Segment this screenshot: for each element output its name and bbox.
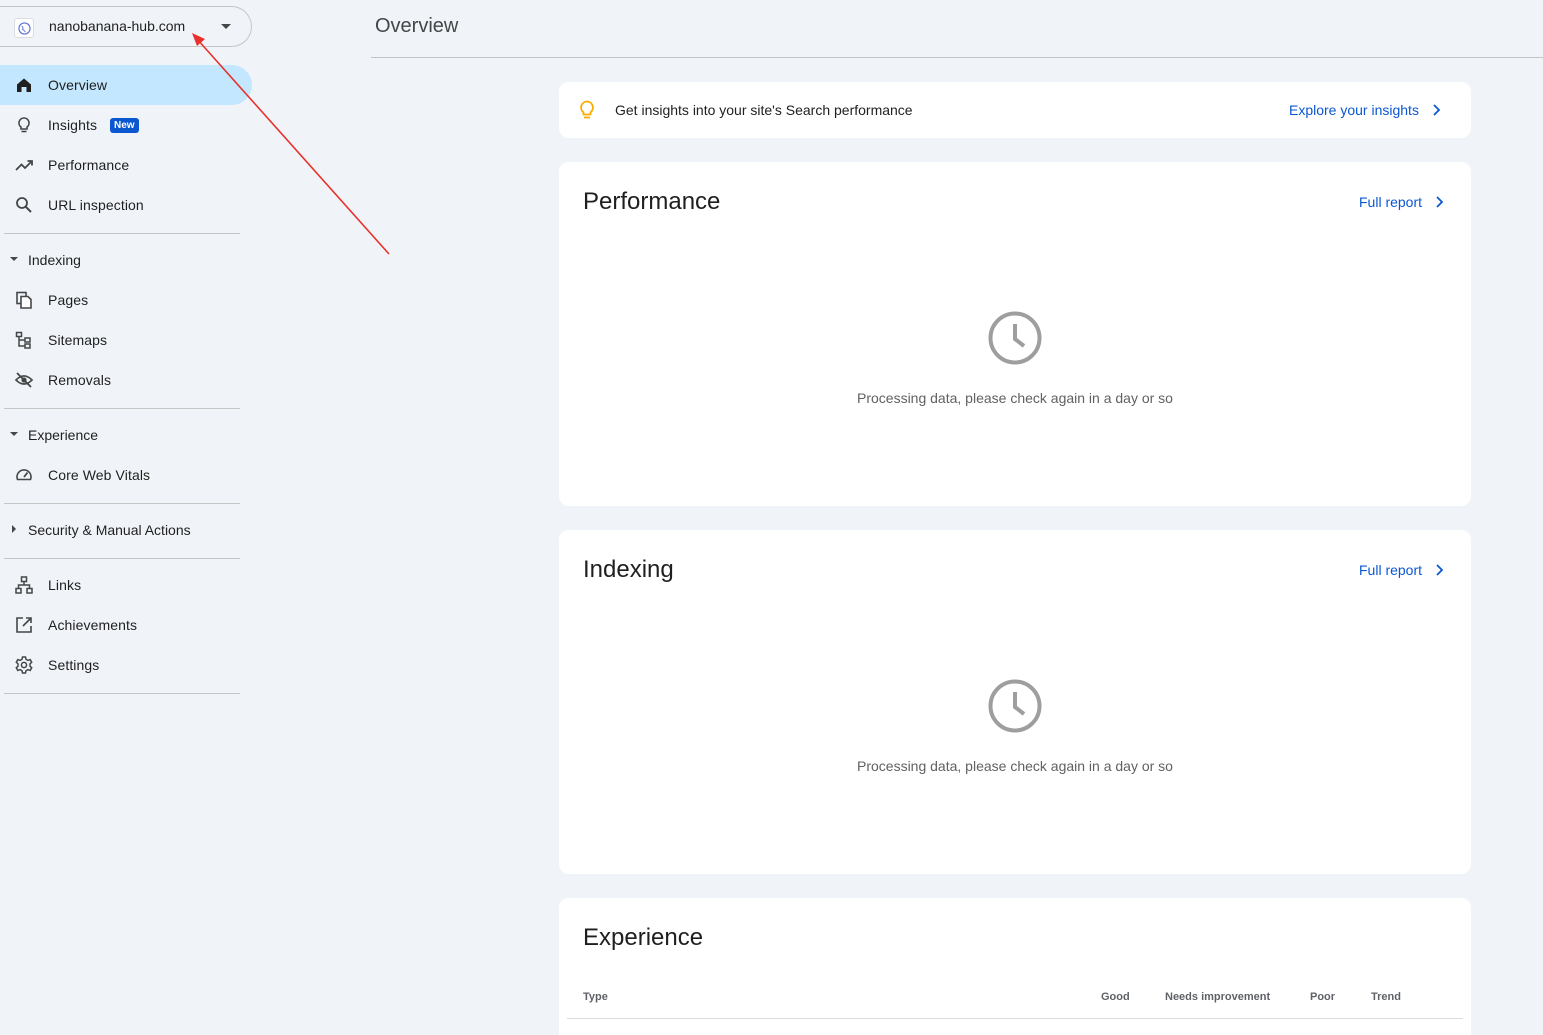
links-icon: [14, 575, 34, 595]
divider: [4, 558, 240, 559]
link-label: Full report: [1359, 194, 1423, 210]
indexing-full-report-link[interactable]: Full report: [1359, 562, 1446, 578]
sidebar-item-label: Achievements: [48, 617, 138, 633]
page-title: Overview: [375, 15, 459, 37]
sidebar-item-url-inspection[interactable]: URL inspection: [0, 185, 252, 225]
sidebar-item-label: Insights: [48, 117, 98, 133]
new-badge: New: [110, 118, 139, 133]
clock-icon: [988, 311, 1042, 365]
divider: [4, 408, 240, 409]
section-experience[interactable]: Experience: [0, 420, 252, 450]
sidebar-item-label: Core Web Vitals: [48, 467, 151, 483]
chevron-right-icon: [1433, 104, 1441, 116]
clock-icon: [988, 679, 1042, 733]
section-label: Experience: [28, 427, 99, 443]
section-security[interactable]: Security & Manual Actions: [0, 515, 252, 545]
lightbulb-icon: [580, 100, 594, 119]
sidebar-item-performance[interactable]: Performance: [0, 145, 252, 185]
column-header-type: Type: [583, 991, 608, 1003]
section-label: Security & Manual Actions: [28, 522, 191, 538]
column-header-poor: Poor: [1310, 991, 1336, 1003]
card-title: Performance: [583, 188, 721, 215]
insights-banner-text: Get insights into your site's Search per…: [615, 102, 913, 118]
collapse-arrow-icon: [10, 257, 18, 261]
insights-banner: Get insights into your site's Search per…: [559, 82, 1471, 138]
sidebar-item-label: Sitemaps: [48, 332, 108, 348]
indexing-card: Indexing Full report Processing data, pl…: [559, 530, 1471, 874]
sidebar-item-insights[interactable]: Insights New: [0, 105, 252, 145]
divider: [4, 503, 240, 504]
property-name: nanobanana-hub.com: [49, 18, 186, 34]
sidebar-item-sitemaps[interactable]: Sitemaps: [0, 320, 252, 360]
sidebar-item-label: URL inspection: [48, 197, 144, 213]
chevron-down-icon[interactable]: [221, 24, 231, 29]
lightbulb-icon: [14, 115, 34, 135]
expand-arrow-icon: [12, 525, 16, 533]
card-title: Indexing: [583, 556, 674, 583]
chevron-right-icon: [1436, 196, 1444, 208]
sitemap-icon: [14, 330, 34, 350]
search-icon: [14, 195, 34, 215]
header-divider: [371, 57, 1543, 58]
open-external-icon: [14, 615, 34, 635]
divider: [4, 233, 240, 234]
divider: [4, 693, 240, 694]
link-label: Full report: [1359, 562, 1423, 578]
sidebar-item-achievements[interactable]: Achievements: [0, 605, 252, 645]
sidebar-item-label: Settings: [48, 657, 100, 673]
home-icon: [14, 75, 34, 95]
processing-state: Processing data, please check again in a…: [559, 678, 1471, 774]
performance-card: Performance Full report Processing data,…: [559, 162, 1471, 506]
table-header-divider: [567, 1018, 1463, 1019]
sidebar-item-pages[interactable]: Pages: [0, 280, 252, 320]
globe-icon: [14, 18, 34, 38]
experience-card: Experience Type Good Needs improvement P…: [559, 898, 1471, 1035]
link-label: Explore your insights: [1289, 102, 1419, 118]
visibility-off-icon: [14, 370, 34, 390]
pages-icon: [14, 290, 34, 310]
processing-state: Processing data, please check again in a…: [559, 310, 1471, 406]
sidebar-item-core-web-vitals[interactable]: Core Web Vitals: [0, 455, 252, 495]
gear-icon: [14, 655, 34, 675]
sidebar: nanobanana-hub.com Overview Insights New…: [0, 0, 252, 1035]
sidebar-item-overview[interactable]: Overview: [0, 65, 252, 105]
column-header-trend: Trend: [1371, 991, 1401, 1003]
chevron-right-icon: [1436, 564, 1444, 576]
card-title: Experience: [583, 924, 704, 951]
processing-message: Processing data, please check again in a…: [857, 758, 1173, 774]
sidebar-item-label: Pages: [48, 292, 89, 308]
speedometer-icon: [14, 465, 34, 485]
sidebar-item-label: Performance: [48, 157, 130, 173]
processing-message: Processing data, please check again in a…: [857, 390, 1173, 406]
section-indexing[interactable]: Indexing: [0, 245, 252, 275]
column-header-good: Good: [1101, 991, 1130, 1003]
performance-full-report-link[interactable]: Full report: [1359, 194, 1446, 210]
property-selector[interactable]: nanobanana-hub.com: [0, 6, 252, 47]
sidebar-item-removals[interactable]: Removals: [0, 360, 252, 400]
column-header-needs-improvement: Needs improvement: [1165, 991, 1271, 1003]
sidebar-item-links[interactable]: Links: [0, 565, 252, 605]
sidebar-item-settings[interactable]: Settings: [0, 645, 252, 685]
trending-up-icon: [14, 155, 34, 175]
sidebar-item-label: Removals: [48, 372, 112, 388]
sidebar-item-label: Links: [48, 577, 82, 593]
sidebar-item-label: Overview: [48, 77, 108, 93]
collapse-arrow-icon: [10, 432, 18, 436]
explore-insights-link[interactable]: Explore your insights: [1289, 102, 1443, 118]
section-label: Indexing: [28, 252, 81, 268]
